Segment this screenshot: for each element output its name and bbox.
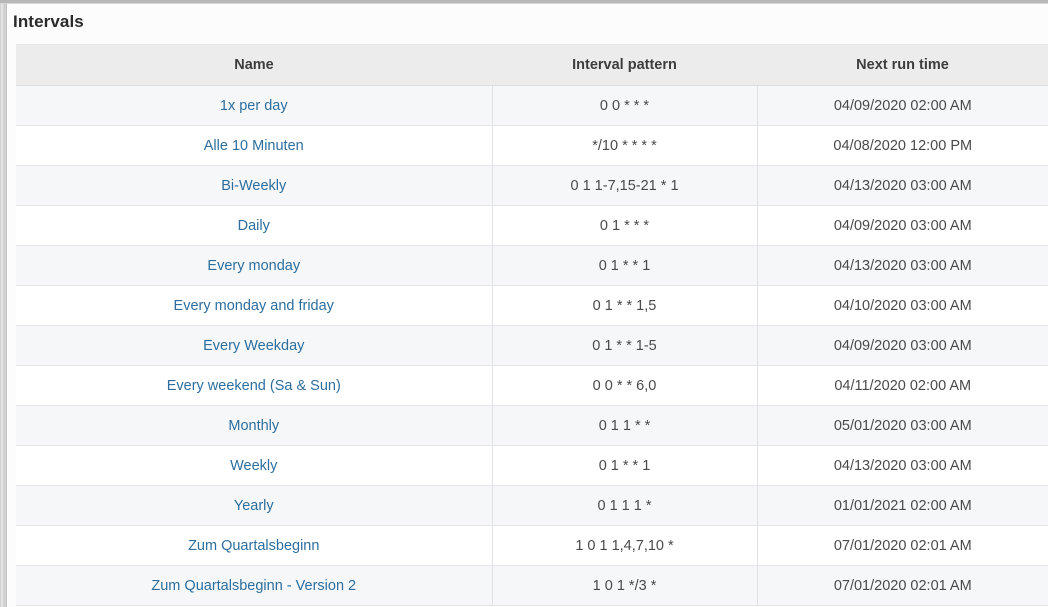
cell-next-run-time: 04/11/2020 02:00 AM — [757, 365, 1048, 406]
interval-name-link[interactable]: Every weekend (Sa & Sun) — [167, 378, 341, 394]
column-header-name[interactable]: Name — [16, 44, 492, 86]
cell-next-run-time: 04/13/2020 03:00 AM — [757, 445, 1048, 486]
interval-list-screen: Intervals Name Interval pattern Next run… — [0, 0, 1048, 607]
interval-name-link[interactable]: Daily — [238, 218, 270, 234]
interval-name-link[interactable]: Yearly — [234, 498, 274, 514]
interval-name-link[interactable]: Monthly — [228, 418, 279, 434]
cell-next-run-time: 04/08/2020 12:00 PM — [757, 125, 1048, 166]
table-body: 1x per day 0 0 * * * 04/09/2020 02:00 AM Al… — [16, 85, 1048, 606]
cell-interval-pattern: 0 0 * * 6,0 — [492, 365, 758, 406]
cell-next-run-time: 04/10/2020 03:00 AM — [757, 285, 1048, 326]
cell-name: Zum Quartalsbeginn — [16, 525, 493, 566]
table-header-row: Name Interval pattern Next run time — [16, 44, 1048, 86]
column-header-next-run-time[interactable]: Next run time — [757, 44, 1048, 86]
table-row[interactable]: Zum Quartalsbeginn 1 0 1 1,4,7,10 * 07/01/… — [16, 525, 1048, 566]
table-row[interactable]: Bi-Weekly 0 1 1-7,15-21 * 1 04/13/2020 03:… — [16, 165, 1048, 206]
cell-next-run-time: 05/01/2020 03:00 AM — [757, 405, 1048, 446]
table-row[interactable]: Every weekend (Sa & Sun) 0 0 * * 6,0 04/11… — [16, 365, 1048, 406]
cell-interval-pattern: 1 0 1 */3 * — [492, 565, 758, 606]
interval-name-link[interactable]: Weekly — [230, 458, 277, 474]
interval-name-link[interactable]: Zum Quartalsbeginn - Version 2 — [151, 578, 356, 594]
cell-name: Daily — [16, 205, 493, 246]
table-row[interactable]: Every monday and friday 0 1 * * 1,5 04/10/… — [16, 285, 1048, 326]
cell-name: Weekly — [16, 445, 493, 486]
cell-interval-pattern: 0 1 * * 1,5 — [492, 285, 758, 326]
cell-name: Every weekend (Sa & Sun) — [16, 365, 493, 406]
interval-name-link[interactable]: Zum Quartalsbeginn — [188, 538, 319, 554]
cell-name: 1x per day — [16, 85, 493, 126]
cell-next-run-time: 07/01/2020 02:01 AM — [757, 525, 1048, 566]
cell-next-run-time: 04/09/2020 03:00 AM — [757, 205, 1048, 246]
cell-name: Bi-Weekly — [16, 165, 493, 206]
cell-next-run-time: 07/01/2020 02:01 AM — [757, 565, 1048, 606]
cell-name: Every monday — [16, 245, 493, 286]
interval-name-link[interactable]: Bi-Weekly — [221, 178, 286, 194]
table-row[interactable]: Weekly 0 1 * * 1 04/13/2020 03:00 AM — [16, 445, 1048, 486]
interval-name-link[interactable]: 1x per day — [220, 98, 288, 114]
cell-interval-pattern: 0 0 * * * — [492, 85, 758, 126]
cell-name: Every monday and friday — [16, 285, 493, 326]
interval-name-link[interactable]: Alle 10 Minuten — [204, 138, 304, 154]
cell-interval-pattern: 0 1 1 1 * — [492, 485, 758, 526]
window-left-border-highlight — [1, 4, 3, 607]
cell-next-run-time: 01/01/2021 02:00 AM — [757, 485, 1048, 526]
table-row[interactable]: Daily 0 1 * * * 04/09/2020 03:00 AM — [16, 205, 1048, 246]
cell-name: Yearly — [16, 485, 493, 526]
table-row[interactable]: Yearly 0 1 1 1 * 01/01/2021 02:00 AM — [16, 485, 1048, 526]
intervals-table-container: Name Interval pattern Next run time 1x p… — [16, 44, 1048, 607]
cell-interval-pattern: 0 1 1 * * — [492, 405, 758, 446]
column-header-interval-pattern[interactable]: Interval pattern — [492, 44, 757, 86]
intervals-table: Name Interval pattern Next run time 1x p… — [16, 44, 1048, 606]
cell-name: Alle 10 Minuten — [16, 125, 493, 166]
cell-interval-pattern: 0 1 * * 1-5 — [492, 325, 758, 366]
table-header: Name Interval pattern Next run time — [16, 44, 1048, 86]
table-row[interactable]: Monthly 0 1 1 * * 05/01/2020 03:00 AM — [16, 405, 1048, 446]
table-row[interactable]: Every monday 0 1 * * 1 04/13/2020 03:00 AM — [16, 245, 1048, 286]
cell-interval-pattern: 0 1 * * 1 — [492, 245, 758, 286]
cell-next-run-time: 04/13/2020 03:00 AM — [757, 245, 1048, 286]
table-row[interactable]: Zum Quartalsbeginn - Version 2 1 0 1 */3 … — [16, 565, 1048, 606]
cell-name: Monthly — [16, 405, 493, 446]
cell-interval-pattern: 0 1 * * 1 — [492, 445, 758, 486]
cell-interval-pattern: 1 0 1 1,4,7,10 * — [492, 525, 758, 566]
interval-name-link[interactable]: Every monday — [207, 258, 300, 274]
page-title: Intervals — [13, 12, 84, 31]
table-row[interactable]: Every Weekday 0 1 * * 1-5 04/09/2020 03:00… — [16, 325, 1048, 366]
table-row[interactable]: 1x per day 0 0 * * * 04/09/2020 02:00 AM — [16, 85, 1048, 126]
cell-interval-pattern: */10 * * * * — [492, 125, 758, 166]
intervals-panel: Intervals Name Interval pattern Next run… — [8, 4, 1048, 607]
cell-next-run-time: 04/09/2020 02:00 AM — [757, 85, 1048, 126]
cell-next-run-time: 04/09/2020 03:00 AM — [757, 325, 1048, 366]
interval-name-link[interactable]: Every Weekday — [203, 338, 304, 354]
cell-name: Every Weekday — [16, 325, 493, 366]
cell-interval-pattern: 0 1 * * * — [492, 205, 758, 246]
cell-name: Zum Quartalsbeginn - Version 2 — [16, 565, 493, 606]
cell-next-run-time: 04/13/2020 03:00 AM — [757, 165, 1048, 206]
cell-interval-pattern: 0 1 1-7,15-21 * 1 — [492, 165, 758, 206]
table-row[interactable]: Alle 10 Minuten */10 * * * * 04/08/2020 12… — [16, 125, 1048, 166]
interval-name-link[interactable]: Every monday and friday — [174, 298, 334, 314]
